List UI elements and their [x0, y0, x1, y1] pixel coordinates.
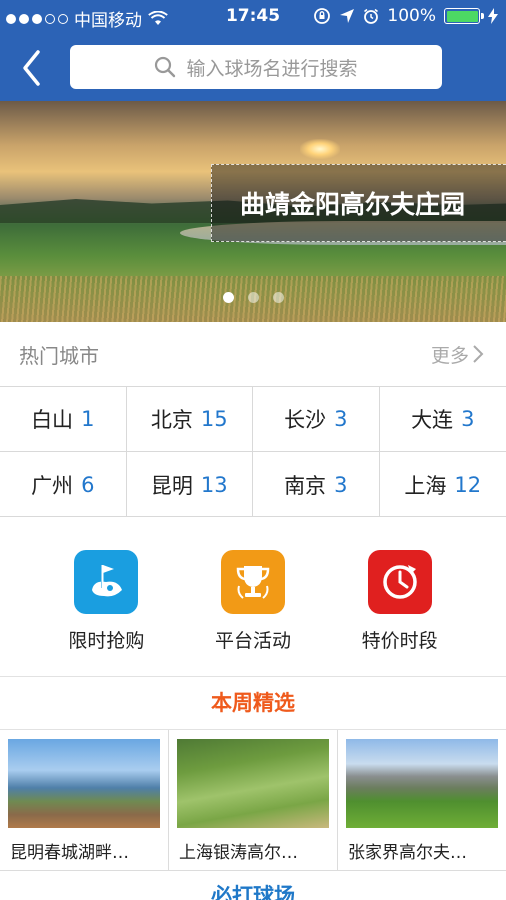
- weekly-picks-list: 昆明春城湖畔… 上海银涛高尔… 张家界高尔夫…: [0, 730, 506, 870]
- city-name: 白山: [31, 408, 74, 432]
- divider: [0, 870, 506, 871]
- banner-caption: 曲靖金阳高尔夫庄园: [211, 164, 506, 242]
- platform-activities-button[interactable]: 平台活动: [198, 517, 308, 676]
- more-label: 更多: [430, 344, 469, 367]
- search-placeholder: 输入球场名进行搜索: [186, 57, 358, 80]
- city-name: 大连: [411, 408, 454, 432]
- feature-label: 平台活动: [214, 630, 291, 652]
- clock-icon: [367, 550, 432, 614]
- city-changsha[interactable]: 长沙 3: [253, 387, 380, 452]
- city-count: 15: [200, 407, 228, 431]
- trophy-icon: [220, 550, 285, 614]
- city-guangzhou[interactable]: 广州 6: [0, 452, 127, 517]
- city-nanjing[interactable]: 南京 3: [253, 452, 380, 517]
- feature-label: 特价时段: [361, 630, 438, 652]
- special-price-button[interactable]: 特价时段: [345, 517, 455, 676]
- search-input[interactable]: 输入球场名进行搜索: [70, 45, 442, 89]
- course-photo: [177, 739, 329, 828]
- top-bar: 中国移动 17:45 100% 输入球场名进行搜索: [0, 0, 506, 101]
- charging-bolt-icon: [488, 8, 498, 24]
- more-cities-button[interactable]: 更多: [431, 341, 484, 368]
- city-name: 昆明: [150, 473, 193, 498]
- city-grid: 白山 1 北京 15 长沙 3 大连 3 广州 6 昆明 13 南京 3 上海 12: [0, 387, 506, 517]
- battery-percent: 100%: [387, 6, 436, 26]
- search-icon: [155, 56, 176, 78]
- course-photo: [346, 739, 498, 828]
- city-kunming[interactable]: 昆明 13: [127, 452, 253, 517]
- course-card[interactable]: 张家界高尔夫…: [338, 730, 506, 870]
- location-arrow-icon: [340, 9, 355, 23]
- feature-shortcuts: 限时抢购 平台活动 特价时段: [0, 517, 506, 677]
- back-button[interactable]: [18, 48, 48, 88]
- course-name: 昆明春城湖畔…: [10, 843, 129, 863]
- city-shanghai[interactable]: 上海 12: [380, 452, 506, 517]
- city-name: 广州: [31, 473, 74, 498]
- city-dalian[interactable]: 大连 3: [379, 387, 506, 452]
- hot-cities-header: 热门城市 更多: [0, 322, 506, 387]
- status-bar: 中国移动 17:45 100%: [0, 0, 506, 34]
- city-count: 3: [461, 407, 475, 431]
- hot-cities-title: 热门城市: [19, 343, 99, 368]
- rotation-lock-icon: [314, 8, 331, 24]
- city-count: 3: [334, 472, 348, 497]
- course-name: 张家界高尔夫…: [348, 843, 467, 863]
- course-name: 上海银涛高尔…: [179, 843, 298, 863]
- city-name: 上海: [404, 473, 447, 498]
- status-right: 100%: [313, 6, 498, 26]
- weekly-picks-title: 本周精选: [211, 691, 295, 715]
- pager-dot[interactable]: [247, 292, 259, 303]
- city-count: 1: [81, 407, 95, 431]
- chevron-right-icon: [473, 345, 484, 363]
- chevron-left-icon: [23, 50, 40, 86]
- course-card[interactable]: 昆明春城湖畔…: [0, 730, 169, 870]
- flash-sale-button[interactable]: 限时抢购: [51, 517, 161, 676]
- city-name: 南京: [284, 473, 327, 498]
- feature-label: 限时抢购: [68, 630, 145, 652]
- city-count: 3: [334, 407, 348, 431]
- golf-flag-icon: [74, 550, 139, 614]
- city-count: 13: [200, 472, 228, 497]
- city-name: 长沙: [284, 408, 327, 432]
- carousel-pager: [0, 292, 506, 303]
- city-baishan[interactable]: 白山 1: [0, 387, 127, 452]
- city-count: 6: [81, 472, 95, 497]
- city-beijing[interactable]: 北京 15: [126, 387, 253, 452]
- city-name: 北京: [150, 408, 193, 432]
- alarm-icon: [364, 8, 379, 24]
- pager-dot[interactable]: [272, 292, 284, 303]
- must-play-title: 必打球场: [211, 884, 295, 900]
- pager-dot[interactable]: [222, 292, 234, 303]
- banner-carousel[interactable]: 曲靖金阳高尔夫庄园: [0, 101, 506, 322]
- course-card[interactable]: 上海银涛高尔…: [169, 730, 338, 870]
- course-photo: [8, 739, 160, 828]
- battery-icon: [444, 8, 484, 24]
- banner-sun: [300, 139, 340, 159]
- city-count: 12: [454, 472, 482, 497]
